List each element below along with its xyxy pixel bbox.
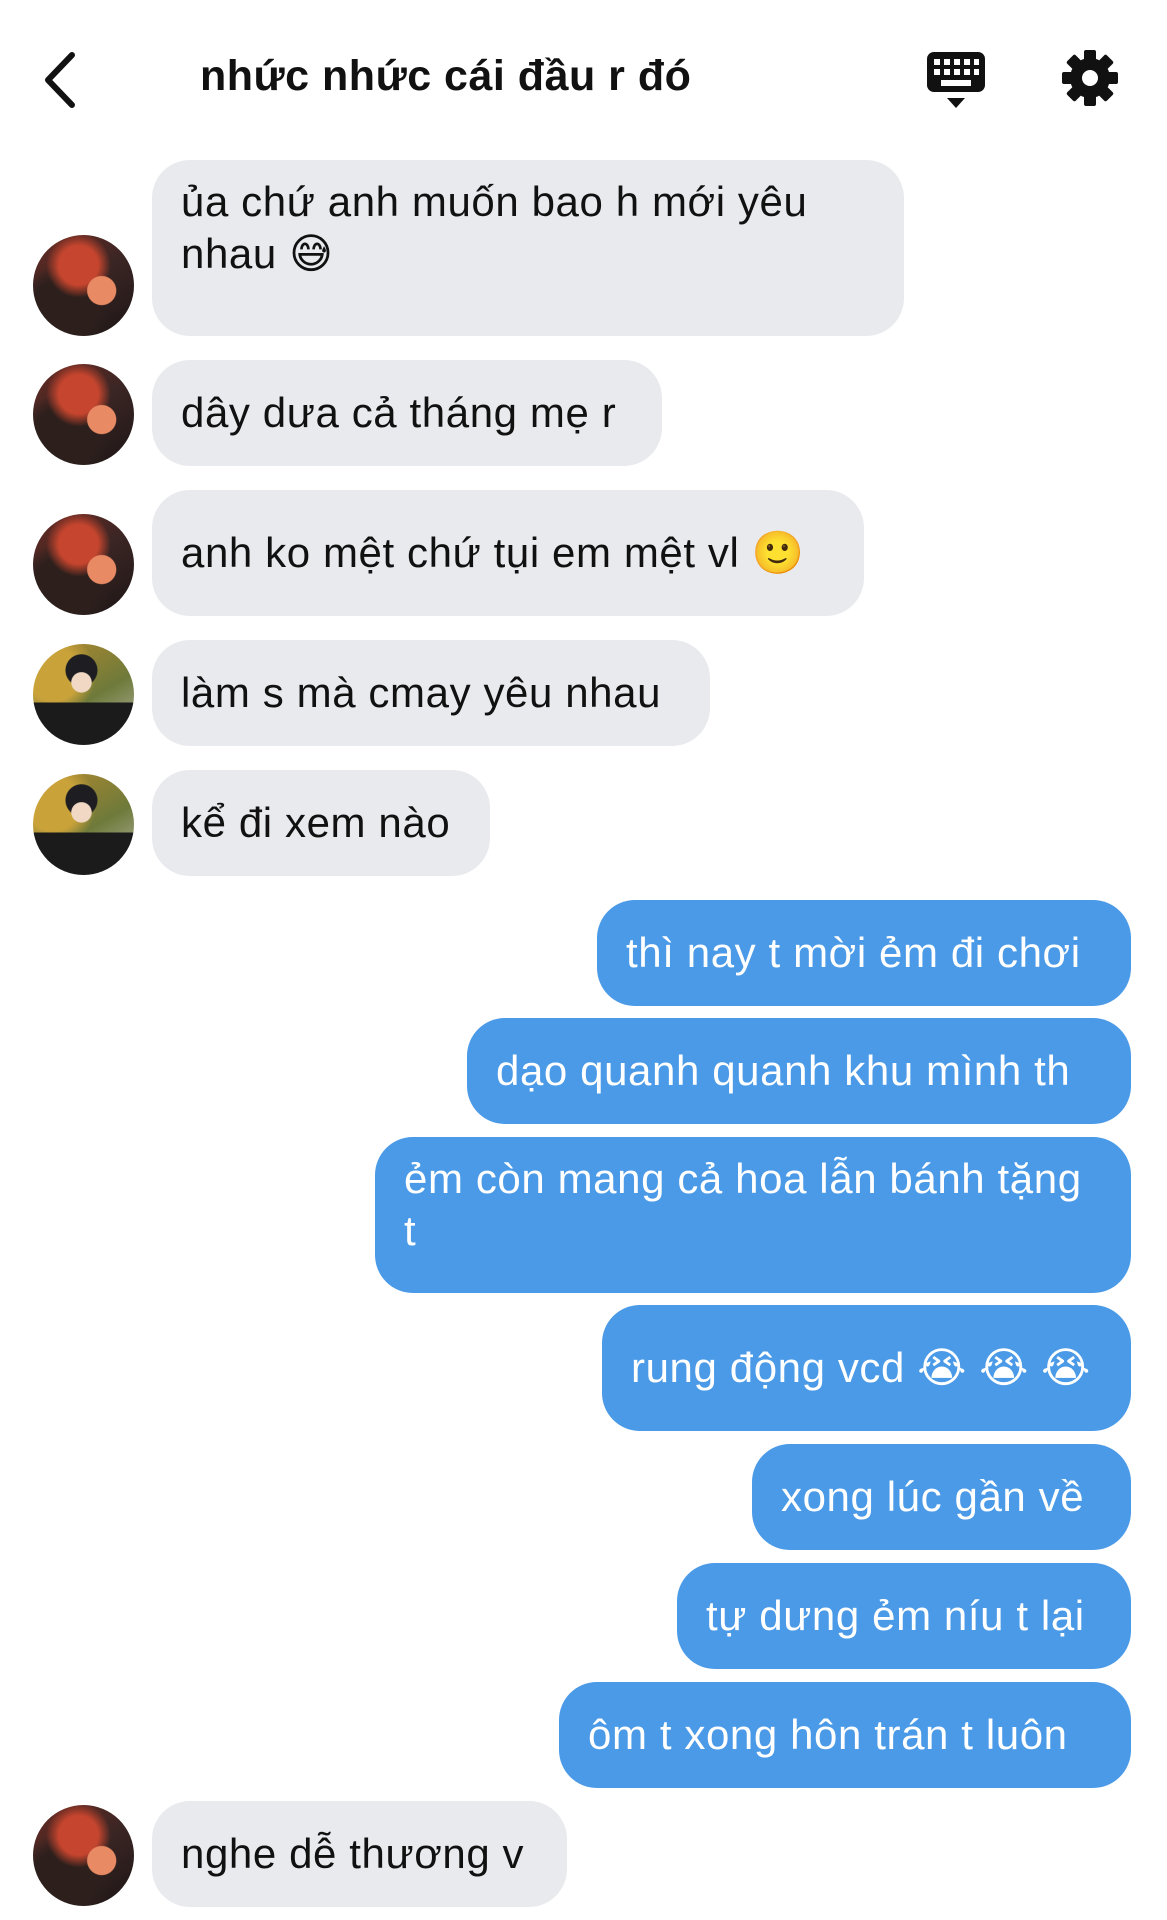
avatar[interactable] <box>33 514 134 615</box>
keyboard-button[interactable] <box>925 50 987 112</box>
message-bubble-outgoing[interactable]: thì nay t mời ẻm đi chơi <box>597 900 1131 1006</box>
message-bubble-incoming[interactable]: kể đi xem nào <box>152 770 490 876</box>
message-bubble-incoming[interactable]: làm s mà cmay yêu nhau <box>152 640 710 746</box>
message-text: ẻm còn mang cả hoa lẫn bánh tặng t <box>404 1155 1094 1254</box>
message-bubble-outgoing[interactable]: xong lúc gần về <box>752 1444 1131 1550</box>
back-button[interactable] <box>38 45 88 115</box>
message-bubble-outgoing[interactable]: dạo quanh quanh khu mình th <box>467 1018 1131 1124</box>
message-text: làm s mà cmay yêu nhau <box>181 669 662 716</box>
message-text: ôm t xong hôn trán t luôn <box>588 1711 1068 1758</box>
conversation-title: nhức nhức cái đầu r đó <box>200 52 692 100</box>
message-text: thì nay t mời ẻm đi chơi <box>626 929 1081 976</box>
message-text: dây dưa cả tháng mẹ r <box>181 389 617 436</box>
message-bubble-outgoing[interactable]: rung động vcd 😭 😭 😭 <box>602 1305 1131 1431</box>
message-text: kể đi xem nào <box>181 799 451 846</box>
chat-header: nhức nhức cái đầu r đó <box>0 0 1167 150</box>
avatar[interactable] <box>33 364 134 465</box>
message-text: anh ko mệt chứ tụi em mệt vl 🙂 <box>181 529 805 576</box>
message-bubble-incoming[interactable]: dây dưa cả tháng mẹ r <box>152 360 662 466</box>
gear-icon <box>1062 50 1118 106</box>
keyboard-icon <box>927 52 985 108</box>
avatar[interactable] <box>33 774 134 875</box>
message-text: dạo quanh quanh khu mình th <box>496 1047 1071 1094</box>
avatar[interactable] <box>33 1805 134 1906</box>
settings-button[interactable] <box>1060 48 1120 108</box>
message-bubble-incoming[interactable]: ủa chứ anh muốn bao h mới yêu nhau 😅 <box>152 160 904 336</box>
message-text: rung động vcd 😭 😭 😭 <box>631 1344 1091 1391</box>
message-text: xong lúc gần về <box>781 1473 1085 1520</box>
message-bubble-incoming[interactable]: anh ko mệt chứ tụi em mệt vl 🙂 <box>152 490 864 616</box>
avatar[interactable] <box>33 235 134 336</box>
back-arrow-icon <box>45 52 75 108</box>
message-text: ủa chứ anh muốn bao h mới yêu nhau 😅 <box>181 178 820 277</box>
message-bubble-outgoing[interactable]: ẻm còn mang cả hoa lẫn bánh tặng t <box>375 1137 1131 1293</box>
avatar[interactable] <box>33 644 134 745</box>
message-bubble-outgoing[interactable]: ôm t xong hôn trán t luôn <box>559 1682 1131 1788</box>
message-bubble-incoming[interactable]: nghe dễ thương v <box>152 1801 567 1907</box>
message-text: nghe dễ thương v <box>181 1830 525 1877</box>
message-text: tự dưng ẻm níu t lại <box>706 1592 1085 1639</box>
message-bubble-outgoing[interactable]: tự dưng ẻm níu t lại <box>677 1563 1131 1669</box>
